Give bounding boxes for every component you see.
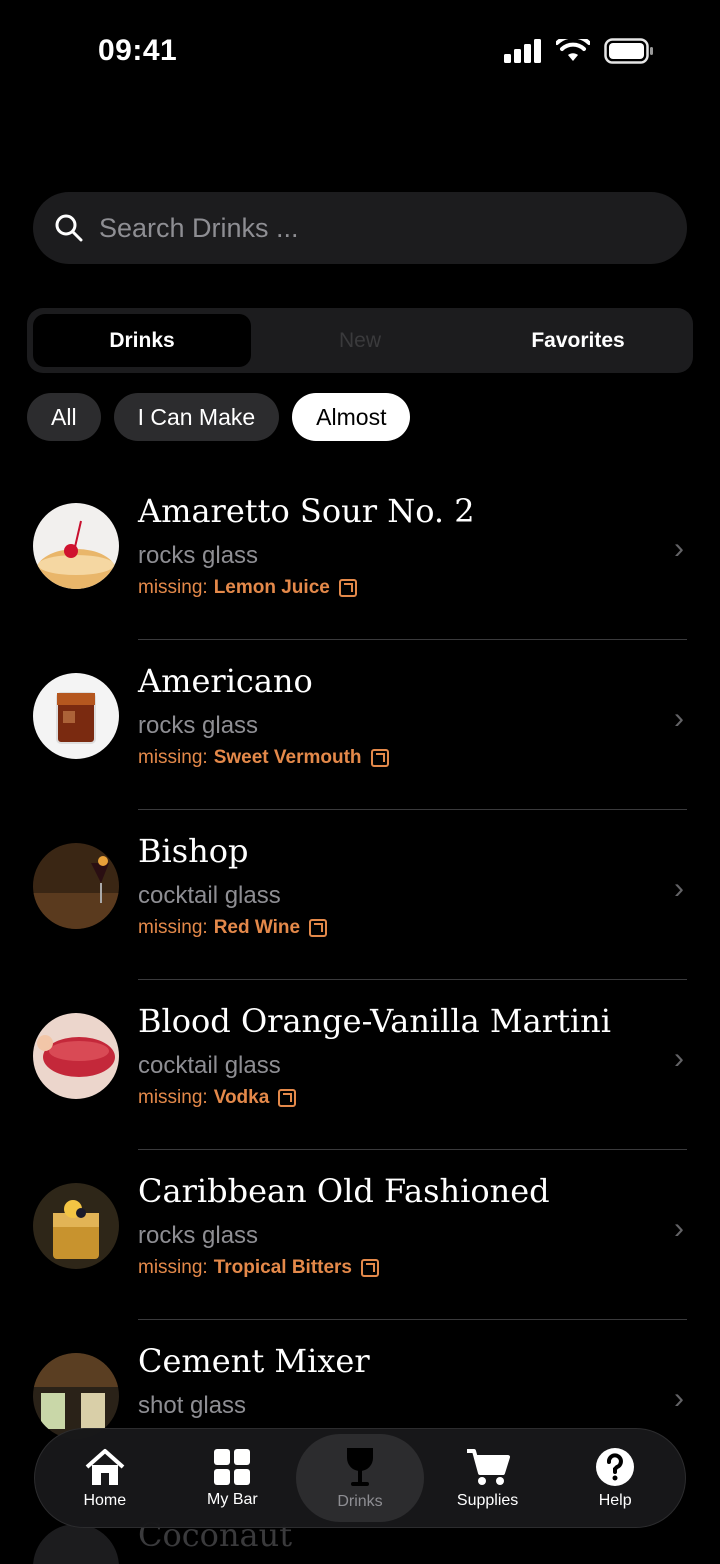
battery-icon (604, 38, 653, 64)
chevron-right-icon: › (674, 532, 684, 565)
search-bar[interactable] (33, 192, 687, 264)
glass-type: cocktail glass (138, 1052, 281, 1079)
tab-label: Home (83, 1491, 127, 1509)
drink-name: Bishop (138, 832, 249, 870)
drink-row[interactable]: Bishop cocktail glass missing: Red Wine … (0, 810, 720, 980)
chevron-right-icon: › (674, 1382, 684, 1415)
external-link-icon (338, 579, 357, 597)
missing-ingredient-name: Red Wine (213, 917, 301, 938)
drink-thumbnail (33, 1013, 119, 1099)
drink-name: Amaretto Sour No. 2 (138, 492, 475, 530)
glass-type: rocks glass (138, 712, 259, 739)
drink-name: Americano (138, 662, 313, 700)
external-link-icon (278, 1089, 297, 1107)
tab-label: Drinks (337, 1492, 383, 1510)
tab-label: Supplies (456, 1491, 519, 1509)
chevron-right-icon: › (674, 1042, 684, 1075)
chip-all[interactable]: All (27, 393, 101, 441)
missing-ingredient[interactable]: missing: Sweet Vermouth (138, 747, 389, 769)
segmented-control: Drinks New Favorites (27, 308, 693, 373)
glass-type: shot glass (138, 1392, 247, 1419)
drink-row[interactable]: Americano rocks glass missing: Sweet Ver… (0, 640, 720, 810)
drink-list: Amaretto Sour No. 2 rocks glass missing:… (0, 470, 720, 1490)
drink-row[interactable]: Caribbean Old Fashioned rocks glass miss… (0, 1150, 720, 1320)
missing-label: missing: (138, 917, 208, 938)
chevron-right-icon: › (674, 872, 684, 905)
segment-new[interactable]: New (251, 314, 469, 367)
drink-thumbnail (33, 673, 119, 759)
tab-label: Help (598, 1491, 632, 1509)
drink-name: Caribbean Old Fashioned (138, 1172, 550, 1210)
help-icon (596, 1447, 635, 1486)
tab-supplies[interactable]: Supplies (424, 1434, 552, 1522)
chevron-right-icon: › (674, 702, 684, 735)
missing-ingredient-name: Lemon Juice (213, 577, 330, 598)
external-link-icon (309, 919, 328, 937)
segment-drinks[interactable]: Drinks (33, 314, 251, 367)
drink-row[interactable]: Blood Orange-Vanilla Martini cocktail gl… (0, 980, 720, 1150)
tab-label: My Bar (207, 1490, 258, 1508)
drink-thumbnail (33, 843, 119, 929)
external-link-icon (361, 1259, 380, 1277)
filter-chips: All I Can Make Almost (27, 393, 411, 441)
tab-drinks[interactable]: Drinks (296, 1434, 424, 1522)
status-bar: 09:41 (0, 0, 720, 100)
missing-label: missing: (138, 1087, 208, 1108)
missing-ingredient-name: Sweet Vermouth (213, 747, 362, 768)
tab-my-bar[interactable]: My Bar (169, 1434, 297, 1522)
chevron-right-icon: › (674, 1212, 684, 1245)
drink-thumbnail (33, 503, 119, 589)
tab-bar: Home My Bar Drinks Supplies Help (34, 1428, 686, 1528)
segment-favorites[interactable]: Favorites (469, 314, 687, 367)
missing-ingredient[interactable]: missing: Vodka (138, 1087, 297, 1109)
missing-ingredient-name: Vodka (213, 1087, 270, 1108)
drink-name: Cement Mixer (138, 1342, 370, 1380)
missing-label: missing: (138, 577, 208, 598)
missing-ingredient-name: Tropical Bitters (213, 1257, 353, 1278)
grid-icon (214, 1448, 251, 1485)
tab-home[interactable]: Home (41, 1434, 169, 1522)
glass-type: rocks glass (138, 542, 259, 569)
glass-type: cocktail glass (138, 882, 281, 909)
drink-thumbnail (33, 1183, 119, 1269)
missing-ingredient[interactable]: missing: Tropical Bitters (138, 1257, 380, 1279)
drink-thumbnail (33, 1524, 119, 1564)
wifi-icon (556, 39, 590, 61)
tab-help[interactable]: Help (551, 1434, 679, 1522)
missing-label: missing: (138, 747, 208, 768)
glass-type: rocks glass (138, 1222, 259, 1249)
missing-ingredient[interactable]: missing: Lemon Juice (138, 577, 357, 599)
drink-name: Blood Orange-Vanilla Martini (138, 1002, 611, 1040)
chip-almost[interactable]: Almost (292, 393, 411, 441)
search-input[interactable] (99, 212, 659, 244)
chip-i-can-make[interactable]: I Can Make (113, 393, 280, 441)
status-time: 09:41 (98, 34, 178, 67)
cart-icon (466, 1448, 510, 1485)
home-icon (85, 1448, 125, 1485)
external-link-icon (370, 749, 389, 767)
drink-row[interactable]: Amaretto Sour No. 2 rocks glass missing:… (0, 470, 720, 640)
missing-label: missing: (138, 1257, 208, 1278)
wine-glass-icon (346, 1447, 373, 1486)
signal-icon (504, 39, 541, 63)
status-icons (504, 38, 654, 64)
missing-ingredient[interactable]: missing: Red Wine (138, 917, 328, 939)
search-icon (55, 214, 83, 242)
drink-thumbnail (33, 1353, 119, 1439)
